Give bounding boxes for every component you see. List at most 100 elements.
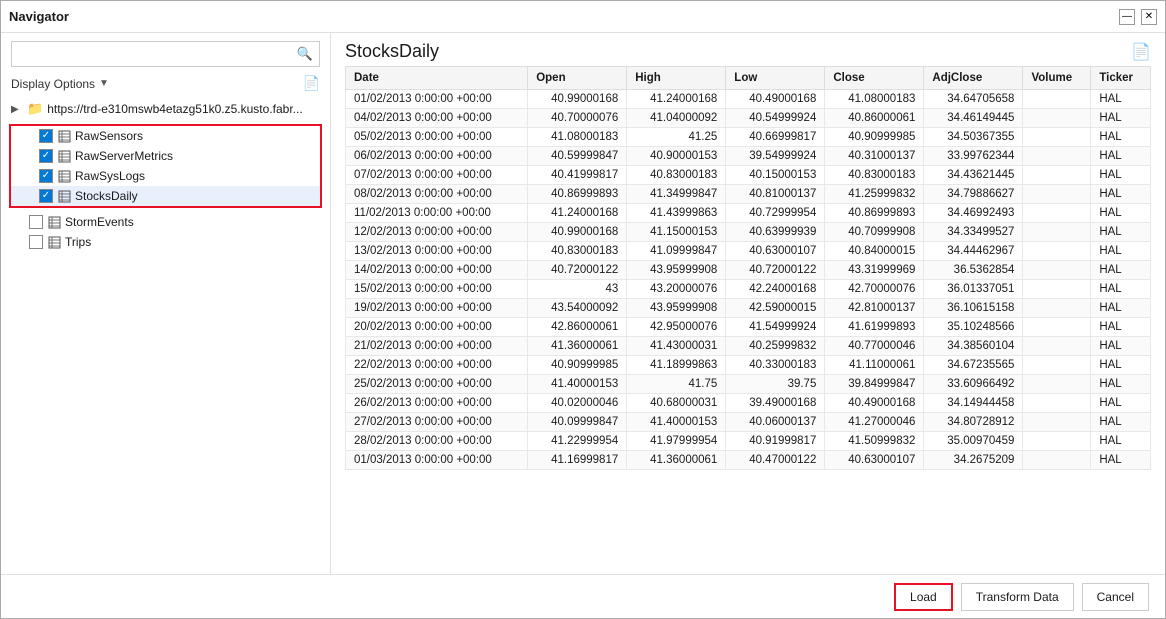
table-cell: 41.40000153	[627, 413, 726, 432]
table-cell: HAL	[1091, 299, 1151, 318]
table-row: 19/02/2013 0:00:00 +00:0043.5400009243.9…	[346, 299, 1151, 318]
import-icon[interactable]: 📄	[303, 75, 320, 92]
table-cell: 35.00970459	[924, 432, 1023, 451]
navigator-window: Navigator — ✕ 🔍 Display Options ▼ 📄	[0, 0, 1166, 619]
tree-item-rawsyslogs[interactable]: ✓ RawSysLogs	[11, 166, 320, 186]
checkbox-rawsensors[interactable]: ✓	[39, 129, 53, 143]
tree-item-rawsensors[interactable]: ✓ RawSensors	[11, 126, 320, 146]
table-cell: 41.18999863	[627, 356, 726, 375]
table-cell: 41.50999832	[825, 432, 924, 451]
search-input[interactable]	[12, 47, 291, 61]
header-row: Date Open High Low Close AdjClose Volume…	[346, 67, 1151, 90]
table-cell: 40.31000137	[825, 147, 924, 166]
table-cell: 41.04000092	[627, 109, 726, 128]
table-cell: 42.86000061	[528, 318, 627, 337]
table-cell: 41.25999832	[825, 185, 924, 204]
table-row: 06/02/2013 0:00:00 +00:0040.5999984740.9…	[346, 147, 1151, 166]
checkbox-stocksdaily[interactable]: ✓	[39, 189, 53, 203]
tree-item-stormevents[interactable]: StormEvents	[1, 212, 330, 232]
table-cell: 41.24000168	[528, 204, 627, 223]
table-cell: 11/02/2013 0:00:00 +00:00	[346, 204, 528, 223]
table-cell: 26/02/2013 0:00:00 +00:00	[346, 394, 528, 413]
table-cell: 33.99762344	[924, 147, 1023, 166]
table-cell: 34.33499527	[924, 223, 1023, 242]
table-cell: HAL	[1091, 261, 1151, 280]
table-cell: 40.68000031	[627, 394, 726, 413]
folder-icon: 📁	[27, 101, 43, 117]
table-body: 01/02/2013 0:00:00 +00:0040.9900016841.2…	[346, 90, 1151, 470]
preview-title: StocksDaily	[345, 41, 439, 62]
table-cell	[1023, 394, 1091, 413]
table-cell	[1023, 90, 1091, 109]
transform-data-button[interactable]: Transform Data	[961, 583, 1074, 611]
tree-item-stocksdaily[interactable]: ✓ StocksDaily	[11, 186, 320, 206]
table-row: 26/02/2013 0:00:00 +00:0040.0200004640.6…	[346, 394, 1151, 413]
table-cell: 39.75	[726, 375, 825, 394]
cancel-button[interactable]: Cancel	[1082, 583, 1149, 611]
table-cell: HAL	[1091, 128, 1151, 147]
data-table-container[interactable]: Date Open High Low Close AdjClose Volume…	[345, 66, 1151, 574]
checkbox-stormevents[interactable]	[29, 215, 43, 229]
tree-root-item[interactable]: ▶ 📁 https://trd-e310mswb4etazg51k0.z5.ku…	[1, 98, 330, 120]
table-cell: 40.70000076	[528, 109, 627, 128]
table-row: 20/02/2013 0:00:00 +00:0042.8600006142.9…	[346, 318, 1151, 337]
table-cell: 40.99000168	[528, 90, 627, 109]
table-cell: 41.11000061	[825, 356, 924, 375]
rawsyslogs-label: RawSysLogs	[75, 169, 145, 183]
table-cell: 43.95999908	[627, 261, 726, 280]
table-cell: 40.90000153	[627, 147, 726, 166]
table-cell: 41.16999817	[528, 451, 627, 470]
col-low: Low	[726, 67, 825, 90]
table-cell: 40.47000122	[726, 451, 825, 470]
preview-export-icon[interactable]: 📄	[1131, 42, 1151, 62]
minimize-button[interactable]: —	[1119, 9, 1135, 25]
checkbox-rawservermetrics[interactable]: ✓	[39, 149, 53, 163]
table-cell: 12/02/2013 0:00:00 +00:00	[346, 223, 528, 242]
table-cell: 41.08000183	[528, 128, 627, 147]
table-cell: 01/03/2013 0:00:00 +00:00	[346, 451, 528, 470]
table-cell: 34.44462967	[924, 242, 1023, 261]
load-button[interactable]: Load	[894, 583, 953, 611]
table-cell: 40.81000137	[726, 185, 825, 204]
footer: Load Transform Data Cancel	[1, 574, 1165, 618]
table-cell: 40.06000137	[726, 413, 825, 432]
table-cell: 40.49000168	[825, 394, 924, 413]
table-icon-rawservermetrics	[57, 149, 71, 163]
display-options-label-text: Display Options	[11, 77, 95, 91]
checked-items-group: ✓ RawSensors	[9, 124, 322, 208]
table-cell: 43.54000092	[528, 299, 627, 318]
table-row: 04/02/2013 0:00:00 +00:0040.7000007641.0…	[346, 109, 1151, 128]
table-cell: 40.86999893	[825, 204, 924, 223]
display-options-button[interactable]: Display Options ▼	[11, 77, 109, 91]
search-bar[interactable]: 🔍	[11, 41, 320, 67]
right-panel: StocksDaily 📄 Date Open High Low Close A…	[331, 33, 1165, 574]
preview-header: StocksDaily 📄	[331, 33, 1165, 66]
table-cell	[1023, 166, 1091, 185]
table-cell: HAL	[1091, 318, 1151, 337]
checkbox-trips[interactable]	[29, 235, 43, 249]
table-cell: 40.63000107	[825, 451, 924, 470]
table-cell: 41.54999924	[726, 318, 825, 337]
table-cell: HAL	[1091, 432, 1151, 451]
table-cell: 41.34999847	[627, 185, 726, 204]
table-cell	[1023, 337, 1091, 356]
table-cell	[1023, 280, 1091, 299]
table-cell: 40.91999817	[726, 432, 825, 451]
table-cell: 40.59999847	[528, 147, 627, 166]
table-icon-stormevents	[47, 215, 61, 229]
table-cell: 40.83000183	[825, 166, 924, 185]
checkbox-rawsyslogs[interactable]: ✓	[39, 169, 53, 183]
table-cell	[1023, 242, 1091, 261]
table-cell: 40.41999817	[528, 166, 627, 185]
table-cell: 40.72000122	[726, 261, 825, 280]
table-cell	[1023, 356, 1091, 375]
table-cell: 06/02/2013 0:00:00 +00:00	[346, 147, 528, 166]
table-cell	[1023, 432, 1091, 451]
table-row: 28/02/2013 0:00:00 +00:0041.2299995441.9…	[346, 432, 1151, 451]
table-cell: 40.54999924	[726, 109, 825, 128]
tree-item-rawservermetrics[interactable]: ✓ RawServerMetrics	[11, 146, 320, 166]
stormevents-label: StormEvents	[65, 215, 134, 229]
table-cell: 34.80728912	[924, 413, 1023, 432]
close-button[interactable]: ✕	[1141, 9, 1157, 25]
tree-item-trips[interactable]: Trips	[1, 232, 330, 252]
